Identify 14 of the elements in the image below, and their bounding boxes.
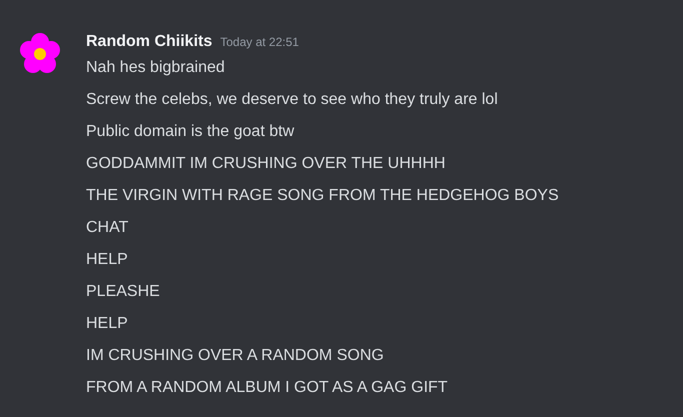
flower-avatar-icon[interactable]	[20, 32, 60, 76]
message-text: GODDAMMIT IM CRUSHING OVER THE UHHHH	[86, 154, 446, 174]
message-text: THE VIRGIN WITH RAGE SONG FROM THE HEDGEHOG BOYS	[86, 186, 559, 206]
message-text: Nah hes bigbrained	[86, 58, 226, 78]
message-text: HELP	[86, 250, 129, 270]
message-text: CHAT	[86, 218, 130, 238]
message-text: HELP	[86, 314, 129, 334]
username[interactable]: Random Chiikits	[86, 30, 212, 54]
timestamp: Today at 22:51	[220, 34, 299, 51]
message-text: Screw the celebs, we deserve to see who they truly are lol	[86, 90, 499, 110]
message-text: PLEASHE	[86, 282, 161, 302]
message-text: IM CRUSHING OVER A RANDOM SONG	[86, 346, 385, 366]
message-text: FROM A RANDOM ALBUM I GOT AS A GAG GIFT	[86, 378, 449, 398]
message-text: Public domain is the goat btw	[86, 122, 296, 142]
